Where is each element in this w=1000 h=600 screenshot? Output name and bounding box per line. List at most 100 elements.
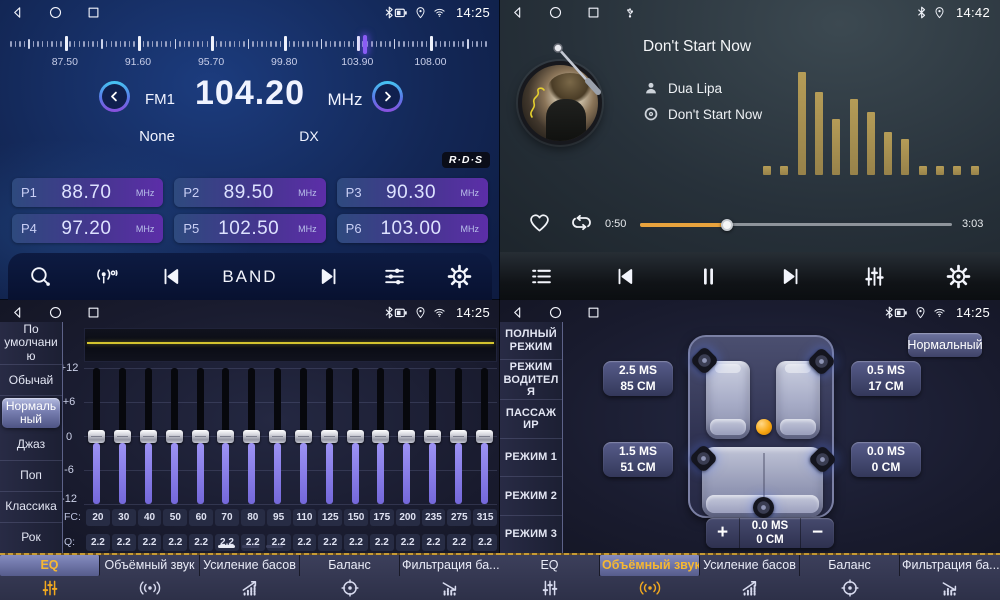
subwoofer-icon[interactable] [753,497,774,518]
fc-value-chip[interactable]: 95 [267,509,291,526]
eq-preset-item[interactable]: Поп [0,461,62,492]
dx-mode-label[interactable]: DX [287,128,331,144]
tab-eq[interactable]: EQ [500,555,600,600]
fc-value-chip[interactable]: 110 [293,509,317,526]
slider-thumb[interactable] [476,430,493,443]
tab-bass-filter[interactable]: Фильтрация ба... [400,555,500,600]
skip-previous-button[interactable] [612,264,637,289]
sound-preset-button[interactable]: Нормальный [908,333,982,357]
band-button[interactable]: BAND [222,267,277,287]
q-value-chip[interactable]: 2.2 [293,534,317,551]
tab-bass-filter[interactable]: Фильтрация ба... [900,555,1000,600]
fc-value-chip[interactable]: 315 [473,509,497,526]
slider-thumb[interactable] [295,430,312,443]
preset-button-2[interactable]: P289.50MHz [174,178,325,207]
eq-band-slider[interactable] [445,368,471,505]
fc-value-chip[interactable]: 30 [112,509,136,526]
fc-value-chip[interactable]: 175 [370,509,394,526]
tab-eq[interactable]: EQ [0,555,100,600]
surround-mode-item[interactable]: ПОЛНЫЙ РЕЖИМ [500,322,562,360]
slider-thumb[interactable] [372,430,389,443]
q-value-chip[interactable]: 2.2 [318,534,342,551]
slider-thumb[interactable] [347,430,364,443]
delay-front-right-button[interactable]: 0.5 MS 17 CM [851,361,921,396]
q-value-chip[interactable]: 2.2 [215,534,239,551]
eq-band-slider[interactable] [136,368,162,505]
eq-vertical-button[interactable] [862,264,887,289]
eq-preset-item[interactable]: Нормальный [2,398,60,428]
fc-value-chip[interactable]: 125 [318,509,342,526]
surround-mode-item[interactable]: РЕЖИМ ВОДИТЕЛЯ [500,360,562,400]
eq-band-slider[interactable] [316,368,342,505]
slider-thumb[interactable] [88,430,105,443]
home-icon[interactable] [548,305,563,320]
progress-bar[interactable] [640,223,952,226]
delay-rear-left-button[interactable]: 1.5 MS 51 CM [603,442,673,477]
surround-mode-item[interactable]: РЕЖИМ 3 [500,516,562,553]
q-value-chip[interactable]: 2.2 [138,534,162,551]
eq-band-slider[interactable] [342,368,368,505]
favorite-button[interactable] [527,211,552,234]
search-button[interactable] [28,264,53,289]
q-value-chip[interactable]: 2.2 [422,534,446,551]
fc-value-chip[interactable]: 275 [447,509,471,526]
radio-seek-button[interactable] [93,264,118,289]
eq-band-slider[interactable] [161,368,187,505]
settings-button[interactable] [447,264,472,289]
repeat-button[interactable] [568,211,595,235]
back-icon[interactable] [510,5,525,20]
slider-thumb[interactable] [398,430,415,443]
fc-value-chip[interactable]: 40 [138,509,162,526]
eq-band-slider[interactable] [420,368,446,505]
skip-next-button[interactable] [779,264,804,289]
home-icon[interactable] [548,5,563,20]
recents-icon[interactable] [586,305,601,320]
recents-icon[interactable] [586,5,601,20]
fc-value-chip[interactable]: 20 [86,509,110,526]
tab-surround-sound[interactable]: Объёмный звук [100,555,200,600]
eq-preset-item[interactable]: Классика [0,492,62,523]
eq-preset-item[interactable]: Рок [0,523,62,553]
q-value-chip[interactable]: 2.2 [344,534,368,551]
listener-position-dot[interactable] [756,419,772,435]
slider-thumb[interactable] [269,430,286,443]
home-icon[interactable] [48,305,63,320]
q-value-chip[interactable]: 2.2 [473,534,497,551]
surround-mode-item[interactable]: ПАССАЖИР [500,400,562,438]
increase-delay-button[interactable]: + [706,518,739,548]
fc-value-chip[interactable]: 70 [215,509,239,526]
eq-band-slider[interactable] [368,368,394,505]
slider-thumb[interactable] [424,430,441,443]
eq-band-slider[interactable] [394,368,420,505]
preset-button-1[interactable]: P188.70MHz [12,178,163,207]
fc-value-chip[interactable]: 200 [396,509,420,526]
eq-band-slider[interactable] [110,368,136,505]
tab-bass-boost[interactable]: Усиление басов [700,555,800,600]
tab-surround-sound[interactable]: Объёмный звук [600,555,700,600]
back-icon[interactable] [510,305,525,320]
eq-preset-item[interactable]: Джаз [0,430,62,461]
preset-button-4[interactable]: P497.20MHz [12,214,163,243]
settings-button[interactable] [946,264,971,289]
skip-next-button[interactable] [317,264,342,289]
back-icon[interactable] [10,5,25,20]
fc-value-chip[interactable]: 80 [241,509,265,526]
recents-icon[interactable] [86,305,101,320]
delay-rear-right-button[interactable]: 0.0 MS 0 CM [851,442,921,477]
q-value-chip[interactable]: 2.2 [163,534,187,551]
slider-thumb[interactable] [450,430,467,443]
q-value-chip[interactable]: 2.2 [370,534,394,551]
q-value-chip[interactable]: 2.2 [447,534,471,551]
slider-thumb[interactable] [217,430,234,443]
slider-thumb[interactable] [192,430,209,443]
back-icon[interactable] [10,305,25,320]
pause-button[interactable] [696,264,721,289]
fc-value-chip[interactable]: 150 [344,509,368,526]
q-value-chip[interactable]: 2.2 [112,534,136,551]
recents-icon[interactable] [86,5,101,20]
home-icon[interactable] [48,5,63,20]
eq-band-slider[interactable] [471,368,497,505]
eq-band-slider[interactable] [213,368,239,505]
surround-mode-item[interactable]: РЕЖИМ 2 [500,477,562,515]
tab-balance[interactable]: Баланс [800,555,900,600]
